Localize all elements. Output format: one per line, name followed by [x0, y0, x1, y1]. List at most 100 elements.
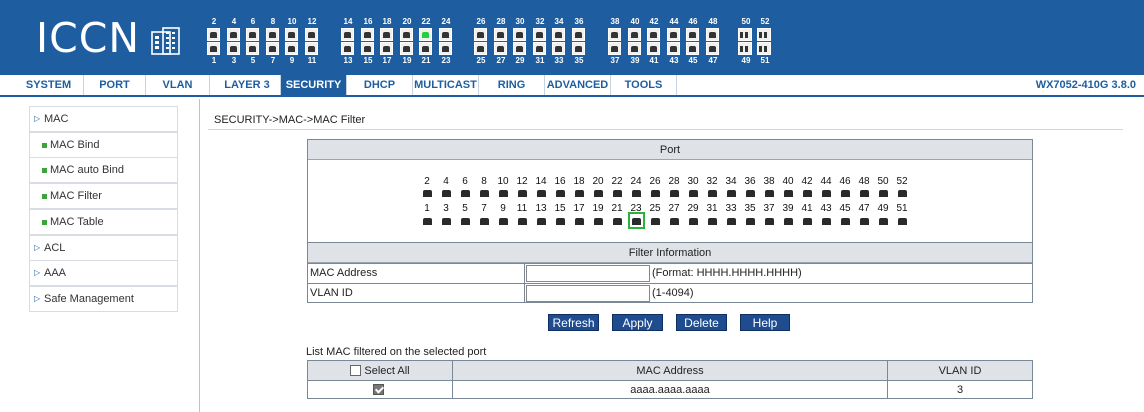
select-all-checkbox[interactable]	[350, 365, 362, 376]
port-icon[interactable]	[612, 187, 623, 198]
header-port-icon[interactable]	[439, 42, 452, 55]
header-port-icon[interactable]	[533, 42, 546, 55]
header-port-icon[interactable]	[667, 28, 680, 41]
header-port-icon[interactable]	[494, 28, 507, 41]
help-button[interactable]: Help	[740, 314, 790, 331]
sidebar-item-mac-table[interactable]: MAC Table	[29, 208, 178, 235]
header-port-icon[interactable]	[246, 28, 259, 41]
header-port-icon[interactable]	[474, 42, 487, 55]
port-icon[interactable]	[555, 215, 566, 226]
refresh-button[interactable]: Refresh	[548, 314, 599, 331]
port-icon[interactable]	[821, 187, 832, 198]
port-icon[interactable]	[878, 187, 889, 198]
menu-system[interactable]: SYSTEM	[14, 75, 84, 95]
port-icon[interactable]	[536, 215, 547, 226]
port-icon[interactable]	[707, 215, 718, 226]
menu-multicast[interactable]: MULTICAST	[413, 75, 479, 95]
port-icon[interactable]	[650, 215, 661, 226]
menu-port[interactable]: PORT	[84, 75, 146, 95]
header-port-icon[interactable]	[380, 28, 393, 41]
header-port-icon[interactable]	[305, 42, 318, 55]
port-icon[interactable]	[821, 215, 832, 226]
sidebar-item-mac-auto-bind[interactable]: MAC auto Bind	[29, 157, 178, 184]
port-icon[interactable]	[688, 215, 699, 226]
header-port-icon[interactable]	[439, 28, 452, 41]
port-icon[interactable]	[840, 215, 851, 226]
row-checkbox[interactable]	[373, 384, 384, 395]
header-port-icon[interactable]	[572, 42, 585, 55]
menu-ring[interactable]: RING	[479, 75, 545, 95]
select-all-header[interactable]: Select All	[308, 361, 453, 381]
port-icon[interactable]	[612, 215, 623, 226]
port-icon[interactable]	[593, 187, 604, 198]
port-icon[interactable]	[593, 215, 604, 226]
header-port-icon[interactable]	[305, 28, 318, 41]
header-port-icon[interactable]	[686, 42, 699, 55]
port-icon[interactable]	[897, 187, 908, 198]
row-select-cell[interactable]	[308, 381, 453, 399]
menu-security[interactable]: SECURITY	[281, 75, 347, 95]
sidebar-item-mac[interactable]: ▷ MAC	[29, 106, 178, 132]
port-icon[interactable]	[878, 215, 889, 226]
vlan-id-input[interactable]	[526, 285, 650, 302]
header-port-icon[interactable]	[474, 28, 487, 41]
header-port-icon[interactable]	[513, 42, 526, 55]
menu-layer-3[interactable]: LAYER 3	[214, 75, 281, 95]
header-port-icon[interactable]	[706, 42, 719, 55]
header-port-icon[interactable]	[341, 42, 354, 55]
sidebar-item-aaa[interactable]: ▷ AAA	[29, 260, 178, 287]
port-icon[interactable]	[536, 187, 547, 198]
header-port-icon[interactable]	[227, 42, 240, 55]
header-sfp-icon[interactable]	[738, 28, 752, 41]
header-sfp-icon[interactable]	[757, 28, 771, 41]
port-icon[interactable]	[897, 215, 908, 226]
header-port-icon[interactable]	[285, 42, 298, 55]
header-port-icon[interactable]	[380, 42, 393, 55]
apply-button[interactable]: Apply	[612, 314, 663, 331]
sidebar-item-acl[interactable]: ▷ ACL	[29, 234, 178, 261]
port-icon[interactable]	[688, 187, 699, 198]
header-port-icon[interactable]	[207, 42, 220, 55]
port-icon[interactable]	[517, 187, 528, 198]
port-icon[interactable]	[859, 215, 870, 226]
header-port-icon[interactable]	[647, 28, 660, 41]
header-port-icon[interactable]	[361, 42, 374, 55]
header-port-icon[interactable]	[572, 28, 585, 41]
header-port-icon[interactable]	[608, 42, 621, 55]
header-port-icon[interactable]	[246, 42, 259, 55]
port-icon[interactable]	[498, 215, 509, 226]
header-port-icon[interactable]	[552, 42, 565, 55]
port-icon[interactable]	[802, 215, 813, 226]
port-icon[interactable]	[517, 215, 528, 226]
menu-tools[interactable]: TOOLS	[611, 75, 677, 95]
port-icon[interactable]	[628, 212, 645, 229]
port-icon[interactable]	[783, 187, 794, 198]
port-icon[interactable]	[840, 187, 851, 198]
port-icon[interactable]	[764, 215, 775, 226]
port-icon[interactable]	[726, 187, 737, 198]
port-icon[interactable]	[745, 215, 756, 226]
port-icon[interactable]	[574, 187, 585, 198]
sidebar-item-safe-management[interactable]: ▷ Safe Management	[29, 285, 178, 312]
port-icon[interactable]	[479, 187, 490, 198]
header-port-icon[interactable]	[552, 28, 565, 41]
delete-button[interactable]: Delete	[676, 314, 727, 331]
header-port-icon[interactable]	[494, 42, 507, 55]
header-sfp-icon[interactable]	[757, 42, 771, 55]
port-icon[interactable]	[460, 215, 471, 226]
port-icon[interactable]	[422, 187, 433, 198]
port-icon[interactable]	[707, 187, 718, 198]
menu-vlan[interactable]: VLAN	[146, 75, 210, 95]
port-icon[interactable]	[726, 215, 737, 226]
header-sfp-icon[interactable]	[738, 42, 752, 55]
port-icon[interactable]	[422, 215, 433, 226]
header-port-icon[interactable]	[361, 28, 374, 41]
sidebar-item-mac-filter[interactable]: MAC Filter	[29, 183, 178, 210]
port-icon[interactable]	[745, 187, 756, 198]
header-port-icon[interactable]	[285, 28, 298, 41]
header-port-icon[interactable]	[227, 28, 240, 41]
port-icon[interactable]	[460, 187, 471, 198]
port-icon[interactable]	[802, 187, 813, 198]
header-port-icon[interactable]	[207, 28, 220, 41]
header-port-icon[interactable]	[608, 28, 621, 41]
